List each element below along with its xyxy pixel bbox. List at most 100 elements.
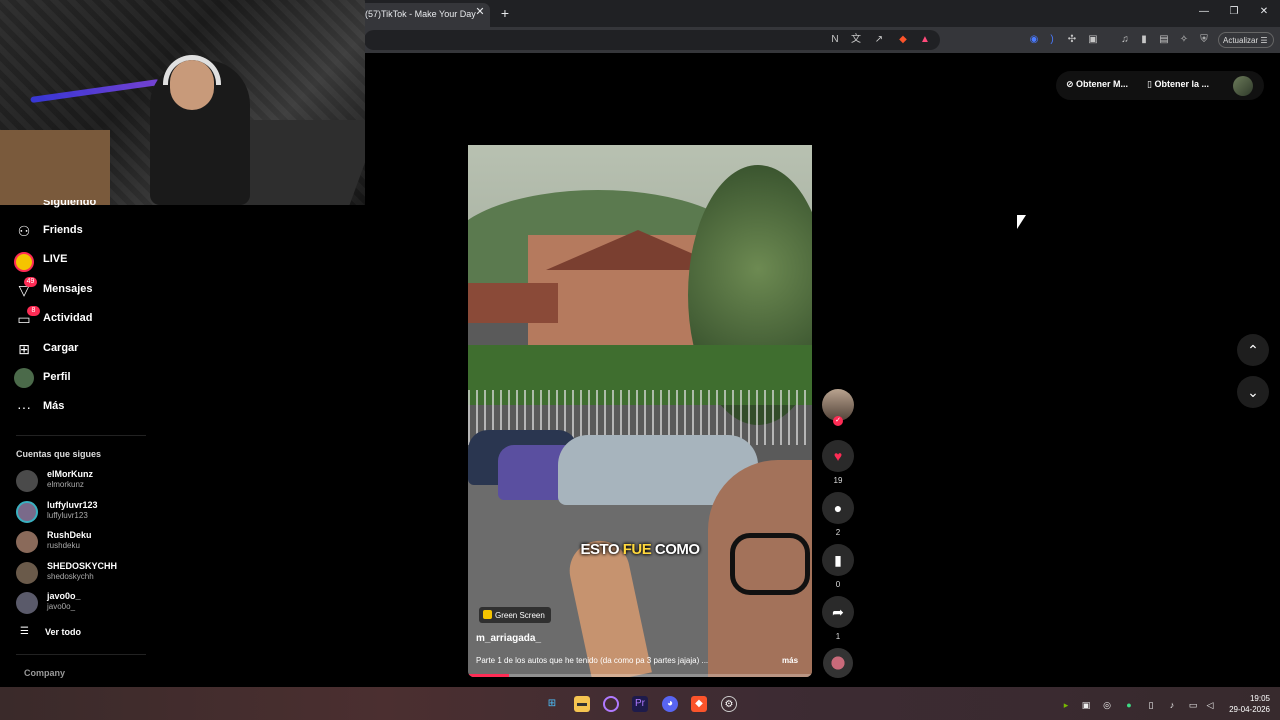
sidebar-item-following[interactable]: Siguiendo [0,200,150,212]
following-account[interactable]: luffyluvr123 luffyluvr123 [16,499,146,525]
share-arrow-icon[interactable]: ➦ [822,596,854,628]
save-action: ▮ 0 [822,544,854,589]
list-icon: ☰ [20,626,29,637]
close-window-button[interactable]: ✕ [1256,6,1272,20]
video-progress[interactable] [468,674,812,677]
video-description: Parte 1 de los autos que he tenido (da c… [476,656,709,665]
sidebar-item-upload[interactable]: ⊞ Cargar [0,339,150,363]
tab-title: (57)TikTok - Make Your Day [365,9,476,19]
update-button[interactable]: Actualizar ☰ [1218,32,1274,48]
premiere-icon[interactable]: Pr [632,696,648,712]
usb-icon[interactable]: ▯ [1145,699,1157,711]
restore-button[interactable]: ❐ [1226,6,1242,20]
see-all-link[interactable]: ☰ Ver todo [20,626,140,640]
tab-close-icon[interactable]: ✕ [474,6,486,18]
sidebar: Siguiendo ⚇ Friends LIVE ▽ 49 Mensajes ▭… [0,200,150,687]
update-label: Actualizar [1223,36,1259,45]
see-all-label: Ver todo [45,627,82,637]
following-account[interactable]: javo0o_ javo0o_ [16,590,146,616]
sidebar-item-label: Mensajes [43,283,93,295]
file-explorer-icon[interactable]: ▬ [574,696,590,712]
app-circle-icon[interactable] [603,696,619,712]
sidebar-item-activity[interactable]: ▭ 8 Actividad [0,306,150,333]
get-app-button-1[interactable]: ⊘ Obtener M... [1066,79,1128,90]
sidebar-item-friends[interactable]: ⚇ Friends [0,221,150,245]
microphone-icon[interactable]: ♪ [1166,699,1178,711]
following-account[interactable]: RushDeku rushdeku [16,529,146,555]
account-handle: rushdeku [47,541,80,550]
video-author[interactable]: m_arriagada_ [476,633,541,644]
tray-app-icon-2[interactable]: ◎ [1101,699,1113,711]
brave-rewards-icon[interactable]: ▲ [918,33,932,47]
sound-disc-icon[interactable] [823,648,853,678]
nvidia-icon[interactable]: ▸ [1060,699,1072,711]
sidebar-item-live[interactable]: LIVE [0,250,150,274]
effect-label: Green Screen [495,611,545,620]
sidebar-item-profile[interactable]: Perfil [0,368,150,392]
clock[interactable]: 19:05 29-04-2026 [1226,693,1270,715]
sidebar-icon[interactable]: ▮ [1137,33,1151,47]
previous-video-button[interactable]: ⌃ [1237,334,1269,366]
extension-icon[interactable]: ◉ [1027,33,1041,47]
video-caption: ESTO FUE COMO [468,541,812,558]
new-tab-button[interactable]: + [498,5,512,21]
get-app-button-2[interactable]: ▯ Obtener la ... [1147,79,1209,90]
brave-shield-icon[interactable]: ◆ [896,33,910,47]
volume-icon[interactable]: ◁ [1204,699,1216,711]
following-title: Cuentas que sigues [16,449,102,459]
sidebar-item-label: Más [43,400,65,412]
screenshot-icon[interactable]: ▣ [1086,33,1100,47]
follow-button[interactable]: ✓ [833,416,843,426]
windows-start-icon[interactable]: ⊞ [544,696,560,712]
extensions-puzzle-icon[interactable]: ✣ [1065,33,1079,47]
audio-icon[interactable]: ) [1045,33,1059,47]
translate-icon[interactable]: 文 [849,33,863,47]
video-progress-fill [468,674,510,677]
media-icon[interactable]: ♫ [1118,33,1132,47]
friends-icon: ⚇ [17,223,31,239]
account-handle: luffyluvr123 [47,511,88,520]
sidebar-item-label: Cargar [43,342,79,354]
minimize-button[interactable]: — [1196,6,1212,20]
wallet-icon[interactable]: ▤ [1157,33,1171,47]
company-link[interactable]: Company [24,668,65,678]
video-player[interactable]: ESTO FUE COMO Green Screen m_arriagada_ … [468,145,812,677]
divider [16,435,146,436]
activity-badge: 8 [27,306,40,316]
sidebar-item-messages[interactable]: ▽ 49 Mensajes [0,277,150,304]
comment-icon[interactable]: ● [822,492,854,524]
effect-badge[interactable]: Green Screen [479,607,551,623]
brave-browser-icon[interactable]: ◆ [691,696,707,712]
vpn-icon[interactable]: ⛨ [1197,33,1211,47]
get-app-label-1: Obtener M... [1076,79,1129,89]
steam-icon[interactable]: ⚙ [721,696,737,712]
next-video-button[interactable]: ⌄ [1237,376,1269,408]
following-account[interactable]: elMorKunz elmorkunz [16,468,146,494]
webcam-overlay [0,0,365,205]
more-button[interactable]: más [782,656,798,665]
screen: (57)TikTok - Make Your Day ✕ + — ❐ ✕ N 文… [0,0,1280,720]
share-count: 1 [835,632,841,641]
user-avatar[interactable] [1233,76,1253,96]
like-count: 19 [833,476,843,485]
bookmark-icon[interactable]: ▮ [822,544,854,576]
profile-avatar [14,368,34,388]
browser-tab[interactable]: (57)TikTok - Make Your Day [358,3,490,27]
share-icon[interactable]: ↗ [872,33,886,47]
effect-icon [483,610,492,619]
caption-part: ESTO [580,541,623,558]
like-action: ♥ 19 [822,440,854,485]
avatar [16,592,38,614]
discord-icon[interactable]: ◕ [662,696,678,712]
tray-app-icon-3[interactable]: ● [1123,699,1135,711]
caption-part: COMO [651,541,700,558]
reader-icon[interactable]: N [828,33,842,47]
heart-icon[interactable]: ♥ [822,440,854,472]
clock-date: 29-04-2026 [1229,705,1270,714]
display-icon[interactable]: ▭ [1187,699,1199,711]
following-account[interactable]: SHEDOSKYCHH shedoskychh [16,560,146,586]
sidebar-item-more[interactable]: ··· Más [0,397,150,421]
tray-app-icon[interactable]: ▣ [1080,699,1092,711]
leo-ai-icon[interactable]: ✧ [1177,33,1191,47]
comment-action: ● 2 [822,492,854,537]
